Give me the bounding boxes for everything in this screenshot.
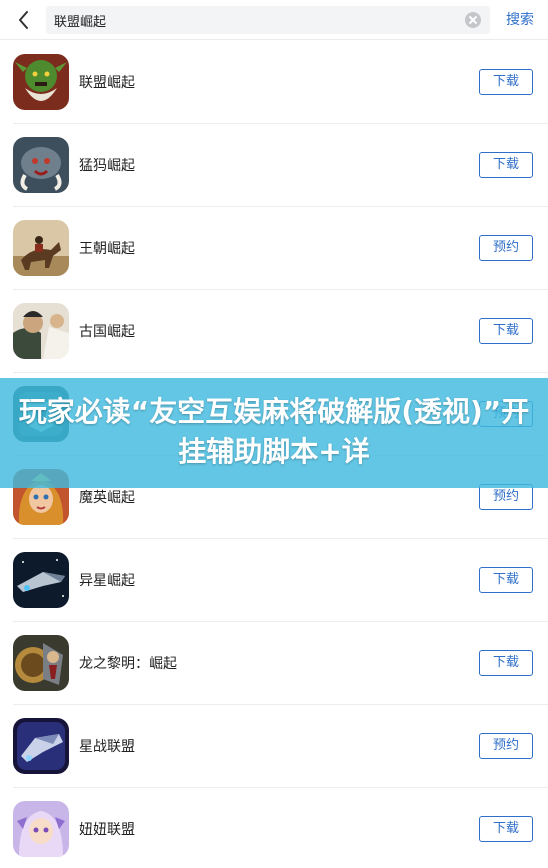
back-button[interactable] xyxy=(12,6,38,34)
overlay-banner: 玩家必读“友空互娱麻将破解版(透视)”开挂辅助脚本+详 xyxy=(0,378,548,488)
app-name[interactable]: 猛犸崛起 xyxy=(79,155,135,175)
banner-title: 玩家必读“友空互娱麻将破解版(透视)”开挂辅助脚本+详 xyxy=(18,395,530,468)
download-button[interactable]: 下载 xyxy=(479,69,533,95)
download-button[interactable]: 下载 xyxy=(479,816,533,842)
list-item[interactable]: 古国崛起 下载 xyxy=(0,290,548,373)
horseman-icon[interactable] xyxy=(13,220,69,276)
download-button[interactable]: 下载 xyxy=(479,567,533,593)
app-name[interactable]: 古国崛起 xyxy=(79,321,135,341)
app-name[interactable]: 星战联盟 xyxy=(79,736,135,756)
download-button[interactable]: 下载 xyxy=(479,318,533,344)
list-item[interactable]: 联盟崛起 下载 xyxy=(0,41,548,124)
mammoth-icon[interactable] xyxy=(13,137,69,193)
list-item[interactable]: 异星崛起 下载 xyxy=(0,539,548,622)
reserve-button[interactable]: 预约 xyxy=(479,235,533,261)
space-fleet-icon[interactable] xyxy=(13,718,69,774)
app-name[interactable]: 王朝崛起 xyxy=(79,238,135,258)
list-item[interactable]: 星战联盟 预约 xyxy=(0,705,548,788)
app-name[interactable]: 龙之黎明：崛起 xyxy=(79,653,177,673)
reserve-button[interactable]: 预约 xyxy=(479,733,533,759)
ancient-general-icon[interactable] xyxy=(13,303,69,359)
spaceship-icon[interactable] xyxy=(13,552,69,608)
list-item[interactable]: 妞妞联盟 下载 xyxy=(0,788,548,868)
search-button[interactable]: 搜索 xyxy=(500,0,540,40)
list-item[interactable]: 王朝崛起 预约 xyxy=(0,207,548,290)
search-input[interactable] xyxy=(54,6,454,34)
anime-girl-icon[interactable] xyxy=(13,801,69,857)
search-box xyxy=(46,6,490,34)
app-name[interactable]: 妞妞联盟 xyxy=(79,819,135,839)
list-item[interactable]: 龙之黎明：崛起 下载 xyxy=(0,622,548,705)
download-button[interactable]: 下载 xyxy=(479,650,533,676)
app-name[interactable]: 异星崛起 xyxy=(79,570,135,590)
download-button[interactable]: 下载 xyxy=(479,152,533,178)
chevron-left-icon xyxy=(19,11,28,29)
orc-warrior-icon[interactable] xyxy=(13,54,69,110)
top-bar: 搜索 xyxy=(0,0,548,40)
dragon-warrior-icon[interactable] xyxy=(13,635,69,691)
clear-icon[interactable] xyxy=(465,12,481,28)
list-item[interactable]: 猛犸崛起 下载 xyxy=(0,124,548,207)
app-name[interactable]: 魔英崛起 xyxy=(79,487,135,507)
app-name[interactable]: 联盟崛起 xyxy=(79,72,135,92)
